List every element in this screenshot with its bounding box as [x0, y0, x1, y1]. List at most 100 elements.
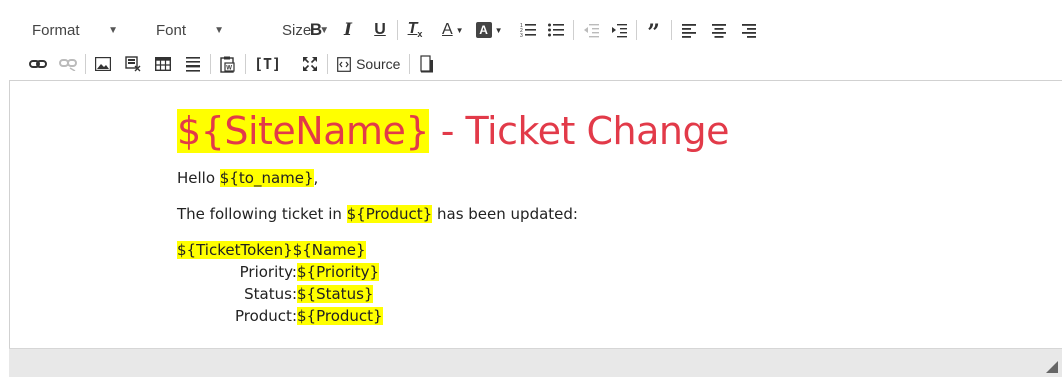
toolbar-separator [245, 54, 246, 74]
toolbar-separator [635, 20, 637, 40]
toolbar-separator [327, 54, 329, 74]
italic-button[interactable]: I [336, 18, 360, 42]
toolbar-separator [572, 20, 574, 40]
horizontal-line-button[interactable] [181, 52, 205, 76]
toolbar-separator [397, 20, 398, 40]
numbered-list-button[interactable]: 123 [516, 18, 540, 42]
paste-text-icon: [T] [254, 55, 282, 73]
chevron-down-icon: ▼ [108, 24, 118, 36]
flash-button[interactable] [121, 52, 145, 76]
indent-icon [611, 24, 627, 38]
svg-text:3: 3 [520, 33, 523, 38]
status-label: Status: [244, 285, 297, 303]
table-icon [155, 57, 171, 71]
unlink-button[interactable] [56, 52, 80, 76]
text-color-button[interactable]: A ▼ [439, 18, 467, 42]
image-icon [95, 57, 111, 71]
unlink-icon [59, 59, 77, 71]
numbered-list-icon: 123 [520, 23, 536, 38]
background-color-icon: A [475, 22, 492, 38]
align-right-button[interactable] [737, 18, 761, 42]
greeting-suffix: , [313, 169, 319, 187]
remove-format-button[interactable]: Tx [403, 18, 427, 42]
product-label: Product: [234, 307, 297, 325]
title-text: - Ticket Change [429, 109, 730, 153]
show-blocks-icon [420, 55, 434, 73]
bulleted-list-icon [547, 23, 564, 37]
chevron-down-icon: ▼ [455, 25, 464, 35]
flash-icon [125, 56, 141, 72]
product-field-variable: ${Product} [297, 307, 383, 325]
greeting-line: Hello ${to_name}, [177, 167, 977, 189]
status-field: Status:${Status} [177, 283, 977, 305]
bold-icon: B [309, 20, 323, 39]
blockquote-button[interactable]: ” [642, 18, 666, 46]
blockquote-icon: ” [647, 20, 660, 46]
table-button[interactable] [151, 52, 175, 76]
paste-word-button[interactable]: W [216, 52, 240, 76]
ticket-token-variable: ${TicketToken} [177, 241, 293, 259]
site-name-variable: ${SiteName} [177, 109, 430, 153]
underline-icon: U [374, 21, 386, 38]
align-left-button[interactable] [677, 18, 701, 42]
format-combo-label: Format [32, 21, 80, 39]
italic-icon: I [344, 20, 352, 40]
editor-content-area[interactable]: ${SiteName} - Ticket Change Hello ${to_n… [9, 80, 1062, 348]
svg-text:W: W [226, 65, 232, 71]
to-name-variable: ${to_name} [219, 169, 314, 187]
ticket-name-variable: ${Name} [292, 241, 366, 259]
text-color-icon: A [442, 21, 453, 38]
source-button[interactable]: Source [333, 52, 404, 76]
resize-handle-icon[interactable] [1046, 361, 1058, 373]
product-variable: ${Product} [346, 205, 433, 223]
bold-button[interactable]: B [304, 18, 328, 42]
toolbar-separator [85, 54, 86, 74]
indent-button[interactable] [607, 18, 631, 42]
align-center-icon [711, 24, 726, 38]
bulleted-list-button[interactable] [544, 18, 568, 42]
editor-toolbar: Format ▼ Font ▼ Size ▼ B I U Tx A ▼ A ▼ … [0, 0, 1062, 80]
chevron-down-icon: ▼ [214, 24, 224, 36]
align-right-icon [741, 24, 756, 38]
intro-prefix: The following ticket in [177, 205, 347, 223]
editor-status-bar [9, 348, 1062, 377]
remove-format-icon: Tx [407, 20, 423, 40]
maximize-icon [303, 57, 318, 71]
font-combo[interactable]: Font ▼ [126, 18, 232, 42]
email-body: ${SiteName} - Ticket Change Hello ${to_n… [177, 103, 977, 327]
priority-label: Priority: [239, 263, 297, 281]
email-title: ${SiteName} - Ticket Change [177, 103, 977, 159]
font-combo-label: Font [156, 21, 187, 39]
paste-word-icon: W [220, 56, 235, 73]
toolbar-row-1: Format ▼ Font ▼ Size ▼ B I U Tx A ▼ A ▼ … [0, 16, 761, 44]
product-field: Product:${Product} [177, 305, 977, 327]
maximize-button[interactable] [298, 52, 322, 76]
source-icon [337, 56, 351, 72]
outdent-button[interactable] [579, 18, 603, 42]
underline-button[interactable]: U [368, 18, 392, 42]
source-button-label: Source [356, 56, 401, 72]
priority-variable: ${Priority} [297, 263, 380, 281]
toolbar-separator [210, 54, 211, 74]
toolbar-separator [670, 20, 672, 40]
align-center-button[interactable] [707, 18, 731, 42]
toolbar-row-2: W [T] Source [26, 50, 439, 78]
greeting-prefix: Hello [177, 169, 220, 187]
horizontal-line-icon [186, 57, 200, 72]
align-left-icon [681, 24, 696, 38]
link-icon [29, 60, 47, 68]
status-variable: ${Status} [297, 285, 374, 303]
show-blocks-button[interactable] [415, 52, 439, 76]
outdent-icon [583, 24, 599, 38]
link-button[interactable] [26, 52, 50, 76]
size-combo[interactable]: Size ▼ [232, 18, 329, 42]
paste-text-button[interactable]: [T] [251, 52, 284, 76]
ticket-heading-line: ${TicketToken}${Name} [177, 239, 977, 261]
priority-field: Priority:${Priority} [177, 261, 977, 283]
chevron-down-icon: ▼ [494, 25, 503, 35]
intro-line: The following ticket in ${Product} has b… [177, 203, 977, 225]
format-combo[interactable]: Format ▼ [0, 18, 126, 42]
image-button[interactable] [91, 52, 115, 76]
intro-suffix: has been updated: [432, 205, 578, 223]
background-color-button[interactable]: A ▼ [473, 18, 506, 42]
